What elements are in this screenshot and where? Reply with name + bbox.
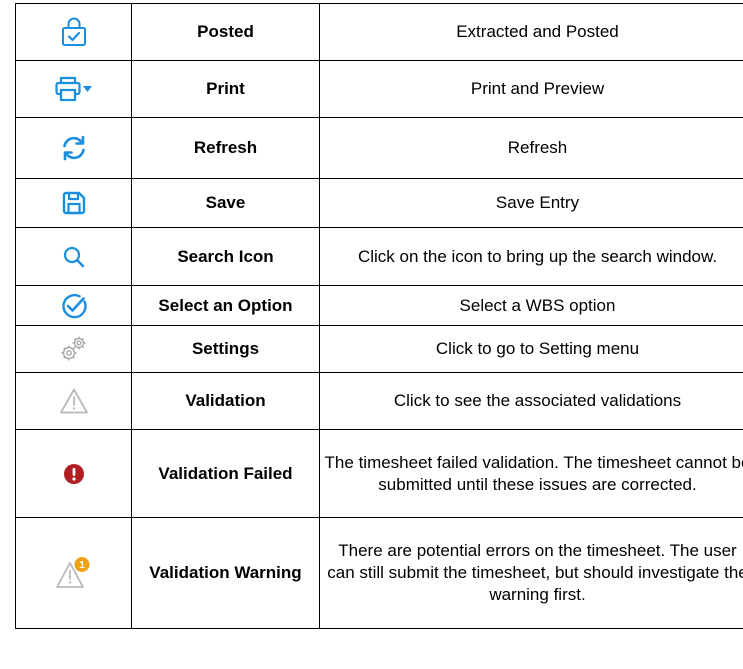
icon-description: Click to go to Setting menu — [319, 325, 743, 373]
icon-name: Posted — [131, 3, 320, 61]
table-row: Search Icon Click on the icon to bring u… — [15, 227, 743, 286]
table-row: 1 Validation Warning There are potential… — [15, 517, 743, 629]
icon-cell — [15, 3, 132, 61]
icon-cell — [15, 227, 132, 286]
icon-cell — [15, 178, 132, 228]
save-icon — [61, 190, 87, 216]
icon-cell — [15, 60, 132, 118]
table-row: Settings Click to go to Setting menu — [15, 325, 743, 373]
icon-description: The timesheet failed validation. The tim… — [319, 429, 743, 518]
icon-cell — [15, 372, 132, 430]
warning-count-badge-number: 1 — [79, 560, 85, 571]
table-row: Validation Click to see the associated v… — [15, 372, 743, 430]
validation-failed-icon — [63, 463, 85, 485]
icon-cell — [15, 285, 132, 326]
icon-description: Save Entry — [319, 178, 743, 228]
icon-description: Print and Preview — [319, 60, 743, 118]
table-row: Save Save Entry — [15, 178, 743, 228]
icon-name: Validation — [131, 372, 320, 430]
icon-description: Refresh — [319, 117, 743, 179]
table-row: Validation Failed The timesheet failed v… — [15, 429, 743, 518]
table-row: Select an Option Select a WBS option — [15, 285, 743, 326]
icon-description: Select a WBS option — [319, 285, 743, 326]
icon-cell — [15, 325, 132, 373]
icon-cell: 1 — [15, 517, 132, 629]
icon-name: Print — [131, 60, 320, 118]
icon-description: Extracted and Posted — [319, 3, 743, 61]
select-option-icon — [60, 292, 88, 320]
icon-cell — [15, 117, 132, 179]
icon-description: Click to see the associated validations — [319, 372, 743, 430]
posted-icon — [61, 17, 87, 47]
icon-name: Refresh — [131, 117, 320, 179]
print-icon — [54, 76, 93, 102]
icon-description: Click on the icon to bring up the search… — [319, 227, 743, 286]
icon-name: Settings — [131, 325, 320, 373]
icon-name: Search Icon — [131, 227, 320, 286]
icon-name: Validation Failed — [131, 429, 320, 518]
validation-icon — [59, 387, 89, 415]
icon-name: Validation Warning — [131, 517, 320, 629]
icon-name: Save — [131, 178, 320, 228]
icon-name: Select an Option — [131, 285, 320, 326]
search-icon — [63, 246, 85, 268]
table-row: Print Print and Preview — [15, 60, 743, 118]
icon-legend-table: Posted Extracted and Posted Print Print … — [15, 3, 743, 629]
icon-cell — [15, 429, 132, 518]
table-row: Posted Extracted and Posted — [15, 3, 743, 61]
table-row: Refresh Refresh — [15, 117, 743, 179]
refresh-icon — [61, 135, 87, 161]
validation-warning-icon: 1 — [55, 556, 92, 590]
icon-description: There are potential errors on the timesh… — [319, 517, 743, 629]
settings-icon — [59, 334, 89, 364]
